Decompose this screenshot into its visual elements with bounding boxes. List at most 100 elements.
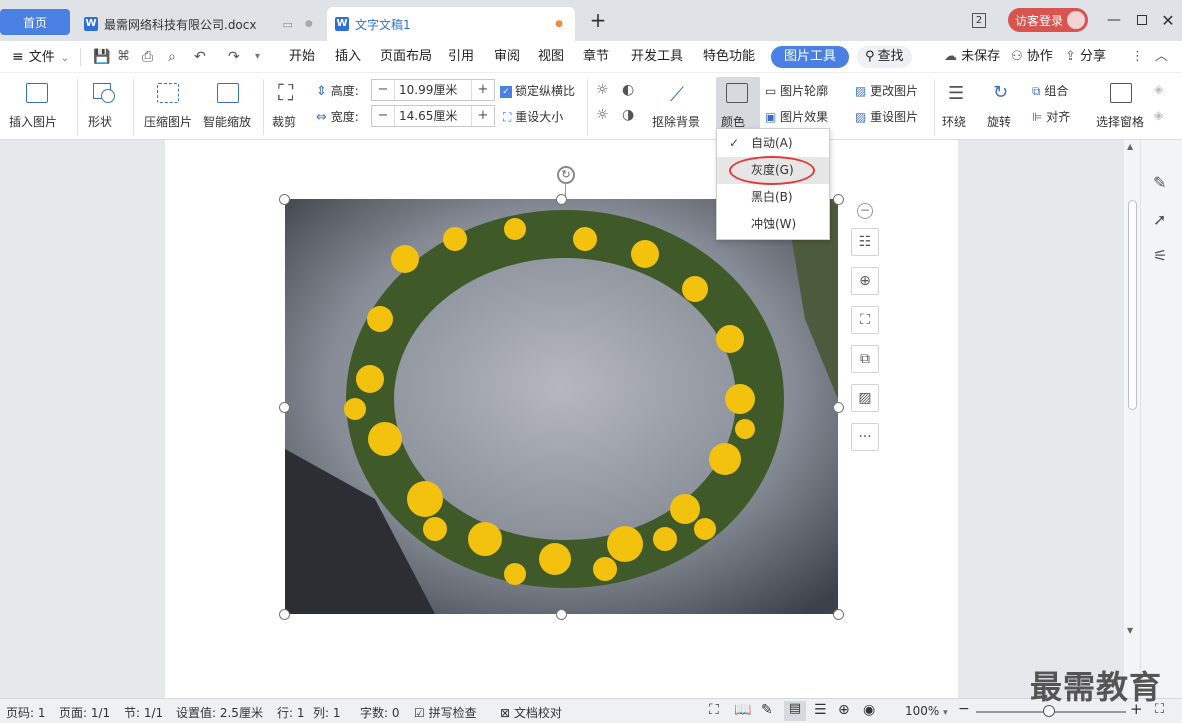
menu-insert[interactable]: 插入: [335, 41, 361, 73]
resize-handle-left[interactable]: [279, 402, 290, 413]
more-icon[interactable]: ⋮: [1131, 41, 1144, 73]
more-tools-icon[interactable]: ···: [851, 423, 879, 451]
crop-tool-icon[interactable]: ⛶: [851, 306, 879, 334]
tab-document-1[interactable]: W 最需网络科技有限公司.docx ▭ ●: [76, 7, 322, 41]
web-view-icon[interactable]: ⊕: [838, 702, 850, 718]
outline-view-icon[interactable]: ☰: [814, 702, 827, 718]
read-mode-icon[interactable]: 📖: [734, 702, 751, 718]
picture-convert-icon[interactable]: ⧉: [851, 345, 879, 373]
vertical-scrollbar[interactable]: ▲ ▼: [1124, 140, 1140, 698]
unsaved-dot-icon[interactable]: ●: [555, 19, 563, 29]
print-preview-icon[interactable]: ⌕: [168, 41, 176, 73]
rotate-handle-icon[interactable]: ↻: [557, 166, 575, 184]
resize-handle-right[interactable]: [833, 402, 844, 413]
edit-mode-icon[interactable]: ✎: [761, 702, 773, 718]
menu-item-black-white[interactable]: 黑白(B): [717, 184, 829, 211]
picture-edit-icon[interactable]: ▨: [851, 384, 879, 412]
remove-background-button[interactable]: ⟋ 抠除背景: [650, 77, 710, 133]
close-icon[interactable]: ✕: [1158, 8, 1178, 32]
pen-icon[interactable]: ✎: [1153, 173, 1166, 192]
layer-down-icon[interactable]: ◈: [1154, 108, 1163, 122]
brightness-down-icon[interactable]: ☼: [596, 107, 609, 123]
insert-picture-button[interactable]: 插入图片: [6, 77, 68, 133]
minimize-icon[interactable]: —: [1104, 8, 1124, 32]
scroll-thumb[interactable]: [1128, 200, 1137, 410]
shape-button[interactable]: 形状: [84, 77, 126, 133]
collapse-ribbon-icon[interactable]: ︿: [1155, 41, 1168, 73]
reset-picture-button[interactable]: ▨ 重设图片: [855, 108, 918, 125]
window-count-badge[interactable]: 2: [968, 8, 990, 32]
status-setting[interactable]: 设置值: 2.5厘米: [176, 704, 263, 721]
login-button[interactable]: 访客登录: [1008, 8, 1088, 32]
new-tab-button[interactable]: +: [586, 8, 610, 32]
menu-item-washout[interactable]: 冲蚀(W): [717, 211, 829, 238]
status-section[interactable]: 节: 1/1: [124, 704, 163, 721]
picture-effect-button[interactable]: ▣ 图片效果: [765, 108, 828, 125]
wrap-button[interactable]: ☰ 环绕: [940, 77, 980, 133]
eye-protect-icon[interactable]: ◉: [863, 702, 875, 718]
brightness-up-icon[interactable]: ☼: [596, 82, 609, 98]
menu-view[interactable]: 视图: [538, 41, 564, 73]
color-button[interactable]: 颜色: [716, 77, 760, 133]
menu-item-auto[interactable]: ✓ 自动(A): [717, 130, 829, 157]
layer-up-icon[interactable]: ◈: [1154, 82, 1163, 96]
sliders-icon[interactable]: ⚟: [1153, 246, 1167, 265]
status-page[interactable]: 页码: 1: [6, 704, 46, 721]
width-increment-button[interactable]: +: [472, 106, 494, 126]
contrast-up-icon[interactable]: ◐: [622, 82, 634, 98]
cursor-icon[interactable]: ➚: [1153, 210, 1166, 229]
menu-home[interactable]: 开始: [289, 41, 315, 73]
lock-ratio-checkbox[interactable]: ✓ 锁定纵横比: [500, 82, 575, 99]
menu-picture-tools[interactable]: 图片工具: [771, 46, 850, 68]
picture-outline-button[interactable]: ▭ 图片轮廓: [765, 82, 828, 99]
format-painter-icon[interactable]: ⌘: [117, 41, 130, 73]
resize-handle-bottom-left[interactable]: [279, 609, 290, 620]
status-word-count[interactable]: 字数: 0: [360, 704, 400, 721]
resize-handle-top[interactable]: [556, 194, 567, 205]
zoom-out-icon[interactable]: −: [958, 701, 970, 717]
height-decrement-button[interactable]: −: [372, 80, 394, 100]
width-spinner[interactable]: − 14.65厘米 +: [371, 105, 495, 127]
proofread-button[interactable]: ⊠ 文档校对: [500, 704, 562, 721]
flower-wreath-image[interactable]: [285, 199, 838, 614]
zoom-level[interactable]: 100% ▾: [905, 704, 948, 718]
search-button[interactable]: ⚲ 查找: [857, 46, 912, 68]
maximize-icon[interactable]: [1132, 8, 1152, 32]
menu-references[interactable]: 引用: [448, 41, 474, 73]
width-input[interactable]: 14.65厘米: [394, 106, 472, 126]
spell-check-button[interactable]: ☑ 拼写检查: [414, 704, 477, 721]
status-pages[interactable]: 页面: 1/1: [59, 704, 110, 721]
undo-icon[interactable]: ↶: [194, 41, 206, 73]
crop-button[interactable]: ⛶ 裁剪: [268, 77, 308, 133]
smart-scale-button[interactable]: 智能缩放: [201, 77, 257, 133]
menu-features[interactable]: 特色功能: [703, 41, 755, 73]
selection-pane-button[interactable]: 选择窗格: [1094, 77, 1144, 133]
redo-icon[interactable]: ↷: [228, 41, 240, 73]
zoom-in-icon[interactable]: ⊕: [851, 267, 879, 295]
resize-handle-bottom-right[interactable]: [833, 609, 844, 620]
file-menu[interactable]: ≡ 文件 ⌄: [12, 41, 69, 73]
resize-handle-top-right[interactable]: [833, 194, 844, 205]
tab-document-2[interactable]: W 文字文稿1 ●: [327, 7, 575, 41]
scroll-up-icon[interactable]: ▲: [1127, 142, 1133, 151]
align-button[interactable]: ⊫ 对齐: [1032, 108, 1070, 125]
status-column[interactable]: 列: 1: [313, 704, 341, 721]
group-button[interactable]: ⧉ 组合: [1032, 82, 1068, 99]
page-view-icon[interactable]: ▤: [784, 701, 806, 721]
collab-button[interactable]: ⚇ 协作: [1011, 41, 1053, 73]
quick-access-more-icon[interactable]: ▾: [255, 41, 260, 73]
print-icon[interactable]: ⎙: [142, 41, 153, 73]
menu-developer[interactable]: 开发工具: [631, 41, 683, 73]
menu-review[interactable]: 审阅: [494, 41, 520, 73]
layout-options-icon[interactable]: ☷: [851, 228, 879, 256]
width-decrement-button[interactable]: −: [372, 106, 394, 126]
save-icon[interactable]: 💾: [93, 41, 110, 73]
tab-dot-icon[interactable]: ●: [305, 19, 313, 29]
rotate-button[interactable]: ↻ 旋转: [985, 77, 1025, 133]
collapse-tools-icon[interactable]: −: [857, 203, 873, 219]
share-button[interactable]: ⇪ 分享: [1065, 41, 1106, 73]
status-row[interactable]: 行: 1: [277, 704, 305, 721]
height-spinner[interactable]: − 10.99厘米 +: [371, 79, 495, 101]
height-increment-button[interactable]: +: [472, 80, 494, 100]
scroll-down-icon[interactable]: ▼: [1127, 626, 1133, 635]
